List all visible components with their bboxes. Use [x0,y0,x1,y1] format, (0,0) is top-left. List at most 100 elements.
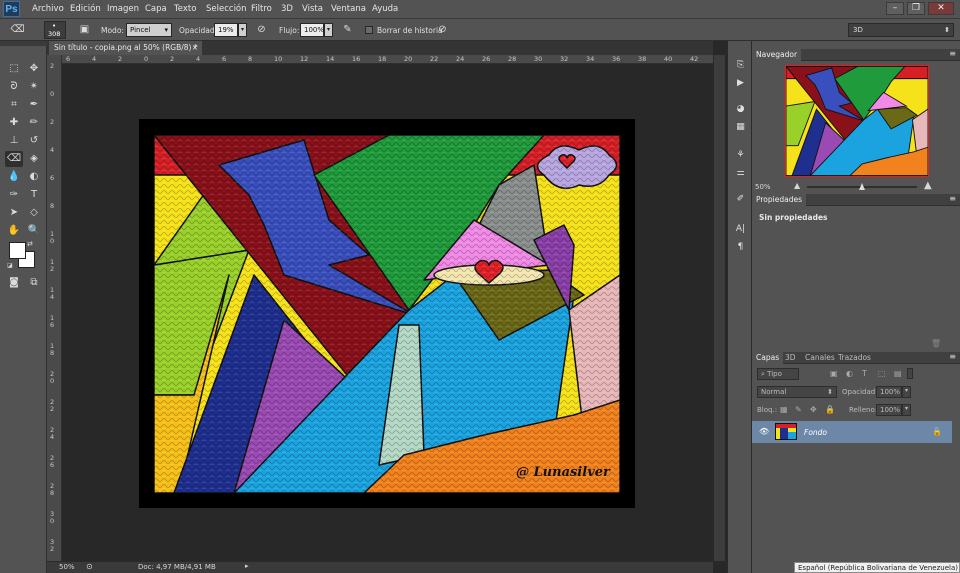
magic-wand-icon[interactable]: ✴ [25,79,43,95]
brush-tool-icon[interactable]: ✏ [25,115,43,131]
menu-texto[interactable]: Texto [174,4,196,14]
filter-toggle[interactable] [907,368,913,379]
tab-capas[interactable]: Capas [752,352,784,364]
filter-pixel-icon[interactable]: ▣ [830,369,838,378]
color-palette-icon[interactable]: ◕ [733,103,748,116]
foreground-color-swatch[interactable] [9,242,26,259]
styles-icon[interactable]: ⚌ [733,167,748,180]
paragraph-icon[interactable]: ¶ [733,241,748,254]
status-menu-arrow-icon[interactable]: ▸ [245,562,249,570]
menu-ventana[interactable]: Ventana [331,4,366,14]
canvas-artwork[interactable]: @ Lunasilver [153,134,621,494]
brush-panel-icon[interactable]: ▣ [77,23,92,37]
menu-3d[interactable]: 3D [281,4,293,14]
tab-trazados[interactable]: Trazados [834,352,875,364]
tab-properties[interactable]: Propiedades [752,194,806,206]
shape-tool-icon[interactable]: ◇ [25,205,43,221]
workspace-select[interactable]: 3D ⬍ [848,23,954,37]
document-tab[interactable]: Sin título - copia.png al 50% (RGB/8) * … [49,41,202,55]
zoom-in-icon[interactable]: ▲ [924,180,932,191]
tab-3d[interactable]: 3D [781,352,800,364]
filter-type-icon[interactable]: T [862,369,867,378]
type-tool-icon[interactable]: T [25,187,43,203]
status-share-icon[interactable]: ⊙ [86,562,93,571]
marquee-tool-icon[interactable]: ⬚ [5,61,23,77]
eye-visibility-icon[interactable]: 👁 [759,427,769,436]
swap-colors-icon[interactable]: ⇄ [27,240,33,248]
flow-input[interactable]: 100% [300,23,324,37]
navigator-thumbnail[interactable] [785,65,929,177]
tab-navigator[interactable]: Navegador [752,49,802,61]
quick-mask-icon[interactable]: ◙ [5,275,23,291]
menu-archivo[interactable]: Archivo [32,4,64,14]
blur-tool-icon[interactable]: 💧 [5,169,23,185]
opacity-input[interactable]: 19% [214,23,238,37]
layer-opacity-dropdown-icon[interactable]: ▾ [902,386,911,398]
trash-icon[interactable]: 🗑 [931,339,941,348]
erase-history-checkbox[interactable] [365,26,373,34]
history-icon[interactable]: ⎘ [733,59,748,72]
layer-row-fondo[interactable]: 👁 Fondo 🔒 [752,421,952,443]
zoom-tool-icon[interactable]: 🔍 [25,223,43,239]
history-brush-icon[interactable]: ↺ [25,133,43,149]
layer-name[interactable]: Fondo [804,428,827,437]
clone-stamp-icon[interactable]: ⊥ [5,133,23,149]
panel-menu-icon[interactable]: ≡ [949,352,956,361]
lock-all-icon[interactable]: 🔒 [825,405,835,414]
eraser-tool-icon[interactable]: ⌫ [5,151,23,167]
actions-play-icon[interactable]: ▶ [733,77,748,90]
mode-select[interactable]: Pincel ▾ [126,23,172,37]
opacity-dropdown-icon[interactable]: ▾ [238,23,247,37]
minimize-button[interactable]: – [886,2,904,15]
pressure-size-icon[interactable]: ⊘ [435,23,450,37]
dodge-tool-icon[interactable]: ◐ [25,169,43,185]
path-selection-icon[interactable]: ➤ [5,205,23,221]
adjustments-icon[interactable]: ⚘ [733,149,748,162]
airbrush-icon[interactable]: ✎ [340,23,355,37]
screen-mode-icon[interactable]: ⧉ [25,275,43,291]
lasso-tool-icon[interactable]: ᘐ [5,79,23,95]
menu-edicion[interactable]: Edición [70,4,101,14]
pressure-opacity-icon[interactable]: ⊘ [254,23,269,37]
hand-tool-icon[interactable]: ✋ [5,223,23,239]
menu-seleccion[interactable]: Selección [206,4,247,14]
fill-dropdown-icon[interactable]: ▾ [902,404,911,416]
restore-button[interactable]: ❐ [907,2,925,15]
pen-tool-icon[interactable]: ✑ [5,187,23,203]
vertical-ruler[interactable]: 2 0 2 4 6 8 10 12 14 16 18 20 22 24 26 28 30 32 [47,55,62,561]
menu-vista[interactable]: Vista [302,4,323,14]
brush-presets-icon[interactable]: ✐ [733,193,748,206]
flow-dropdown-icon[interactable]: ▾ [324,23,333,37]
tools-panel-grip[interactable] [0,41,47,46]
menu-ayuda[interactable]: Ayuda [372,4,398,14]
swatches-icon[interactable]: ▦ [733,121,748,134]
lock-transparency-icon[interactable]: ▦ [780,405,788,414]
menu-capa[interactable]: Capa [145,4,167,14]
filter-shape-icon[interactable]: ⬚ [878,369,886,378]
filter-smart-icon[interactable]: ▤ [894,369,902,378]
menu-imagen[interactable]: Imagen [107,4,139,14]
vertical-scrollbar[interactable] [713,55,725,561]
crop-tool-icon[interactable]: ⌗ [5,97,23,113]
lock-position-icon[interactable]: ✥ [810,405,817,414]
move-tool-icon[interactable]: ✥ [25,61,43,77]
menu-filtro[interactable]: Filtro [251,4,272,14]
status-zoom[interactable]: 50% [59,563,75,571]
healing-brush-icon[interactable]: ✚ [5,115,23,131]
fill-input[interactable]: 100% [876,404,902,416]
navigator-zoom-value[interactable]: 50% [755,183,771,191]
panel-menu-icon[interactable]: ≡ [949,49,956,58]
panel-menu-icon[interactable]: ≡ [949,194,956,203]
paint-bucket-icon[interactable]: ◈ [25,151,43,167]
brush-preset-picker[interactable]: • 308 [44,21,66,39]
filter-adjustment-icon[interactable]: ◐ [846,369,853,378]
layer-opacity-input[interactable]: 100% [876,386,902,398]
blend-mode-select[interactable]: Normal ⬍ [757,386,837,398]
close-button[interactable]: ✕ [928,2,954,15]
eraser-tool-icon[interactable]: ⌫ [10,23,25,37]
default-colors-icon[interactable]: ◪ [7,262,13,269]
character-icon[interactable]: A| [733,223,748,236]
eyedropper-tool-icon[interactable]: ✒ [25,97,43,113]
layer-filter-select[interactable]: ⌕ Tipo [757,368,799,380]
lock-pixels-icon[interactable]: ✎ [795,405,802,414]
